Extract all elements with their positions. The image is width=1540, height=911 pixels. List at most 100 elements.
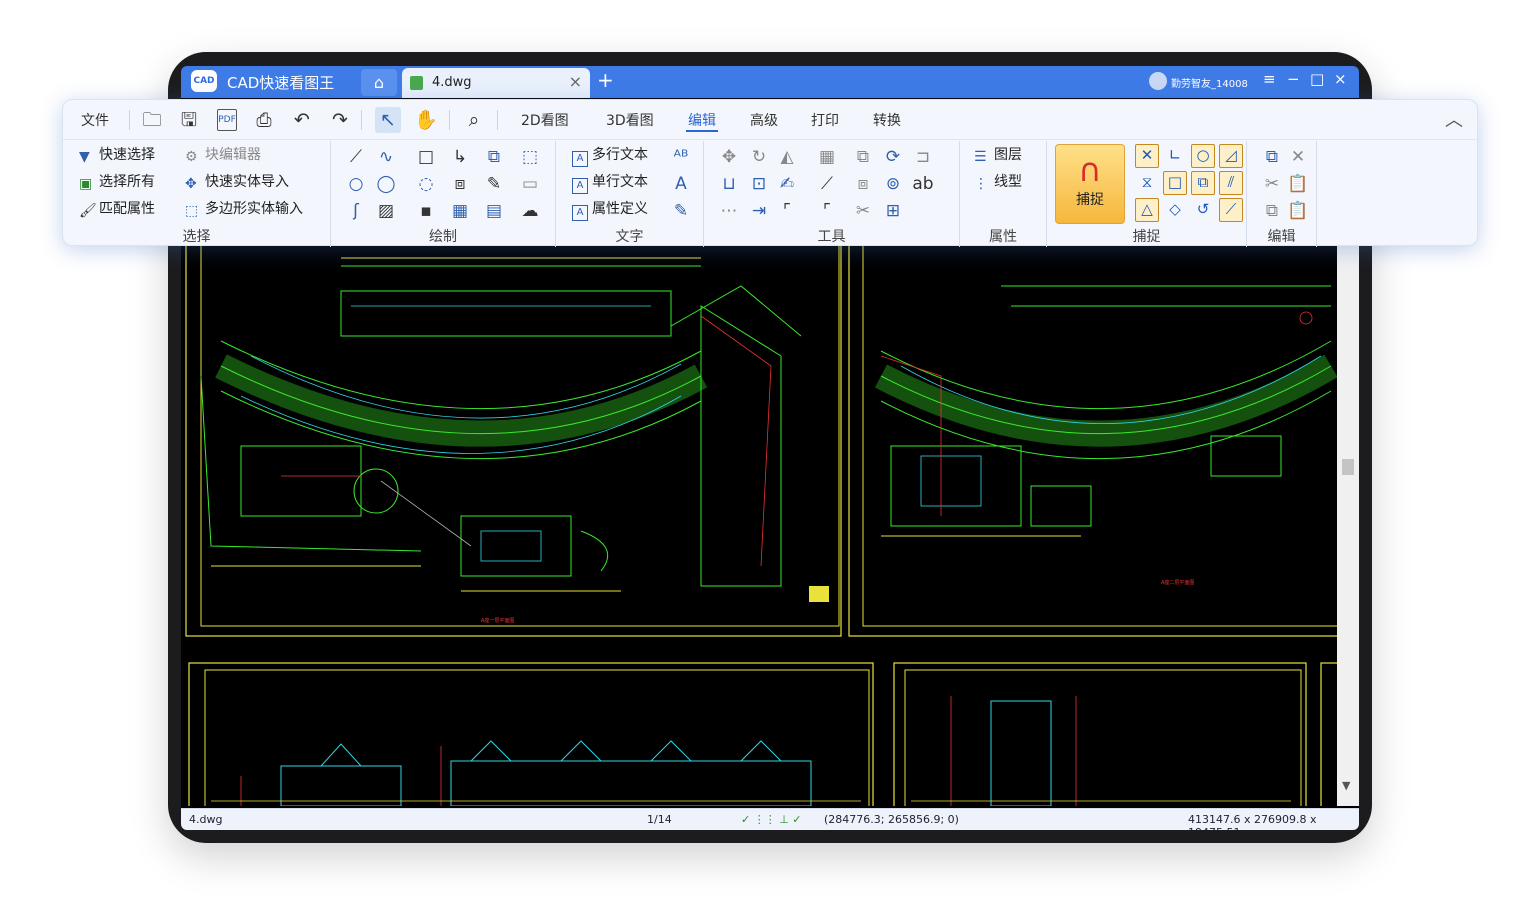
redo-icon[interactable]: ↷ (327, 107, 353, 133)
zoom-search-icon[interactable]: ⌕ (461, 107, 487, 133)
close-tab-icon[interactable]: × (569, 72, 582, 91)
tab-advanced[interactable]: 高级 (750, 110, 778, 130)
stretch-icon[interactable]: ⊔ (718, 173, 740, 195)
lengthen-icon[interactable]: ⋯ (718, 200, 740, 222)
snap-tangent-icon[interactable]: ◿ (1219, 144, 1243, 168)
open-folder-icon[interactable]: 🗀 (139, 107, 165, 133)
quick-select-button[interactable]: ▼ 快速选择 (79, 144, 155, 166)
snap-extension-icon[interactable]: ⧉ (1191, 171, 1215, 195)
spline-icon[interactable]: ʃ (345, 200, 367, 222)
paste-special-icon[interactable]: 📋 (1287, 200, 1309, 222)
collapse-ribbon-icon[interactable]: ︿ (1445, 106, 1463, 132)
break-icon[interactable]: ⟋ (816, 173, 838, 195)
pan-hand-icon[interactable]: ✋ (413, 107, 439, 133)
file-menu[interactable]: 文件 (81, 110, 109, 130)
pen-icon[interactable]: ✎ (483, 173, 505, 195)
snap-square-icon[interactable]: □ (1163, 171, 1187, 195)
tab-2d-view[interactable]: 2D看图 (521, 110, 569, 130)
rotate-icon[interactable]: ↻ (748, 146, 770, 168)
minimize-icon[interactable]: − (1287, 70, 1300, 88)
quick-entity-import-button[interactable]: ✥ 快速实体导入 (185, 171, 289, 193)
refresh-block-icon[interactable]: ⟳ (882, 146, 904, 168)
scrollbar-thumb[interactable] (1342, 459, 1354, 475)
scale-icon[interactable]: ⊡ (748, 173, 770, 195)
select-cursor-icon[interactable]: ↖ (375, 107, 401, 133)
attribute-definition-button[interactable]: A 属性定义 (572, 198, 648, 221)
new-tab-button[interactable]: + (597, 68, 614, 92)
array-icon[interactable]: ▦ (816, 146, 838, 168)
rectangle-icon[interactable]: □ (415, 146, 437, 168)
save-pdf-icon[interactable]: PDF (217, 109, 237, 131)
edit-text-icon[interactable]: ✎ (670, 200, 692, 222)
offset-icon[interactable]: ⧉ (852, 146, 874, 168)
snap-endpoint-icon[interactable]: ✕ (1135, 144, 1159, 168)
hatch-icon[interactable]: ▨ (375, 200, 397, 222)
add-block-icon[interactable]: ⊞ (882, 200, 904, 222)
tab-edit[interactable]: 编辑 (688, 110, 716, 130)
copy-object-icon[interactable]: ⧉ (483, 146, 505, 168)
user-avatar-icon[interactable] (1149, 72, 1167, 90)
polygon-entity-input-button[interactable]: ⬚ 多边形实体输入 (185, 198, 303, 220)
line-icon[interactable]: ⟋ (345, 146, 367, 168)
circle-icon[interactable]: ○ (345, 173, 367, 195)
copy-base-icon[interactable]: ⧉ (1261, 200, 1283, 222)
match-properties-button[interactable]: 🖌 匹配属性 (79, 198, 155, 220)
paste-icon[interactable]: 📋 (1287, 173, 1309, 195)
image-icon[interactable]: ▦ (449, 200, 471, 222)
tab-3d-view[interactable]: 3D看图 (606, 110, 654, 130)
multiline-icon[interactable]: ↳ (449, 146, 471, 168)
snap-parallel-icon[interactable]: ⫽ (1219, 171, 1243, 195)
undo-icon[interactable]: ↶ (289, 107, 315, 133)
layer-button[interactable]: ☰ 图层 (974, 144, 1022, 166)
wipeout-icon[interactable]: ▭ (519, 173, 541, 195)
block-editor-button[interactable]: ⚙ 块编辑器 (185, 144, 261, 166)
save-icon[interactable]: 🖫 (176, 107, 202, 133)
fill-color-icon[interactable]: ✍ (776, 173, 798, 195)
single-line-text-button[interactable]: A 单行文本 (572, 171, 648, 194)
block-icon[interactable]: ⧈ (449, 173, 471, 195)
snap-quadrant-icon[interactable]: ◇ (1163, 198, 1187, 222)
mirror-icon[interactable]: ◭ (776, 146, 798, 168)
cut-icon[interactable]: ✂ (1261, 173, 1283, 195)
region-icon[interactable]: ⬚ (519, 146, 541, 168)
drawing-canvas[interactable]: A座一层平面图 A座二层平面图 (181, 235, 1359, 830)
copy-icon[interactable]: ⧉ (1261, 146, 1283, 168)
linetype-button[interactable]: ⋮ 线型 (974, 171, 1022, 193)
polyline-icon[interactable]: ∿ (375, 146, 397, 168)
table-icon[interactable]: ▤ (483, 200, 505, 222)
multiline-text-button[interactable]: A 多行文本 (572, 144, 648, 167)
text-style-icon[interactable]: ᴬᴮ (670, 146, 692, 168)
print-icon[interactable]: ⎙ (251, 107, 277, 133)
text-format-icon[interactable]: A (670, 173, 692, 195)
chamfer-icon[interactable]: ⌜ (816, 200, 838, 222)
extend-icon[interactable]: ⇥ (748, 200, 770, 222)
explode-icon[interactable]: ⊚ (882, 173, 904, 195)
snap-center-icon[interactable]: ○ (1191, 144, 1215, 168)
erase-icon[interactable]: ✂ (852, 200, 874, 222)
file-tab[interactable]: 4.dwg × (402, 68, 590, 98)
fillet-icon[interactable]: ⌜ (776, 200, 798, 222)
maximize-icon[interactable]: □ (1310, 70, 1324, 88)
arc-icon[interactable]: ◌ (415, 173, 437, 195)
user-name[interactable]: 勤劳智友_14008 (1171, 75, 1248, 90)
ellipse-icon[interactable]: ◯ (375, 173, 397, 195)
move-icon[interactable]: ✥ (718, 146, 740, 168)
align-icon[interactable]: ⊐ (912, 146, 934, 168)
tab-convert[interactable]: 转换 (873, 110, 901, 130)
snap-nearest-icon[interactable]: ↺ (1191, 198, 1215, 222)
home-tab-button[interactable]: ⌂ (361, 69, 397, 96)
snap-intersection-icon[interactable]: ⧖ (1135, 171, 1159, 195)
delete-icon[interactable]: ✕ (1287, 146, 1309, 168)
order-icon[interactable]: ab (912, 173, 934, 195)
join-icon[interactable]: ⧈ (852, 173, 874, 195)
snap-toggle-button[interactable]: ∩ 捕捉 (1055, 144, 1125, 224)
scroll-down-icon[interactable]: ▼ (1342, 779, 1350, 792)
ortho-icon[interactable]: ✓ ⋮⋮ ⊥ ✓ (741, 813, 802, 826)
menu-icon[interactable]: ≡ (1263, 70, 1276, 88)
revision-cloud-icon[interactable]: ☁ (519, 200, 541, 222)
tab-print[interactable]: 打印 (811, 110, 839, 130)
select-all-button[interactable]: ▣ 选择所有 (79, 171, 155, 193)
close-window-icon[interactable]: × (1334, 70, 1347, 88)
snap-midpoint-icon[interactable]: △ (1135, 198, 1159, 222)
snap-apparent-icon[interactable]: ⟋ (1219, 198, 1243, 222)
